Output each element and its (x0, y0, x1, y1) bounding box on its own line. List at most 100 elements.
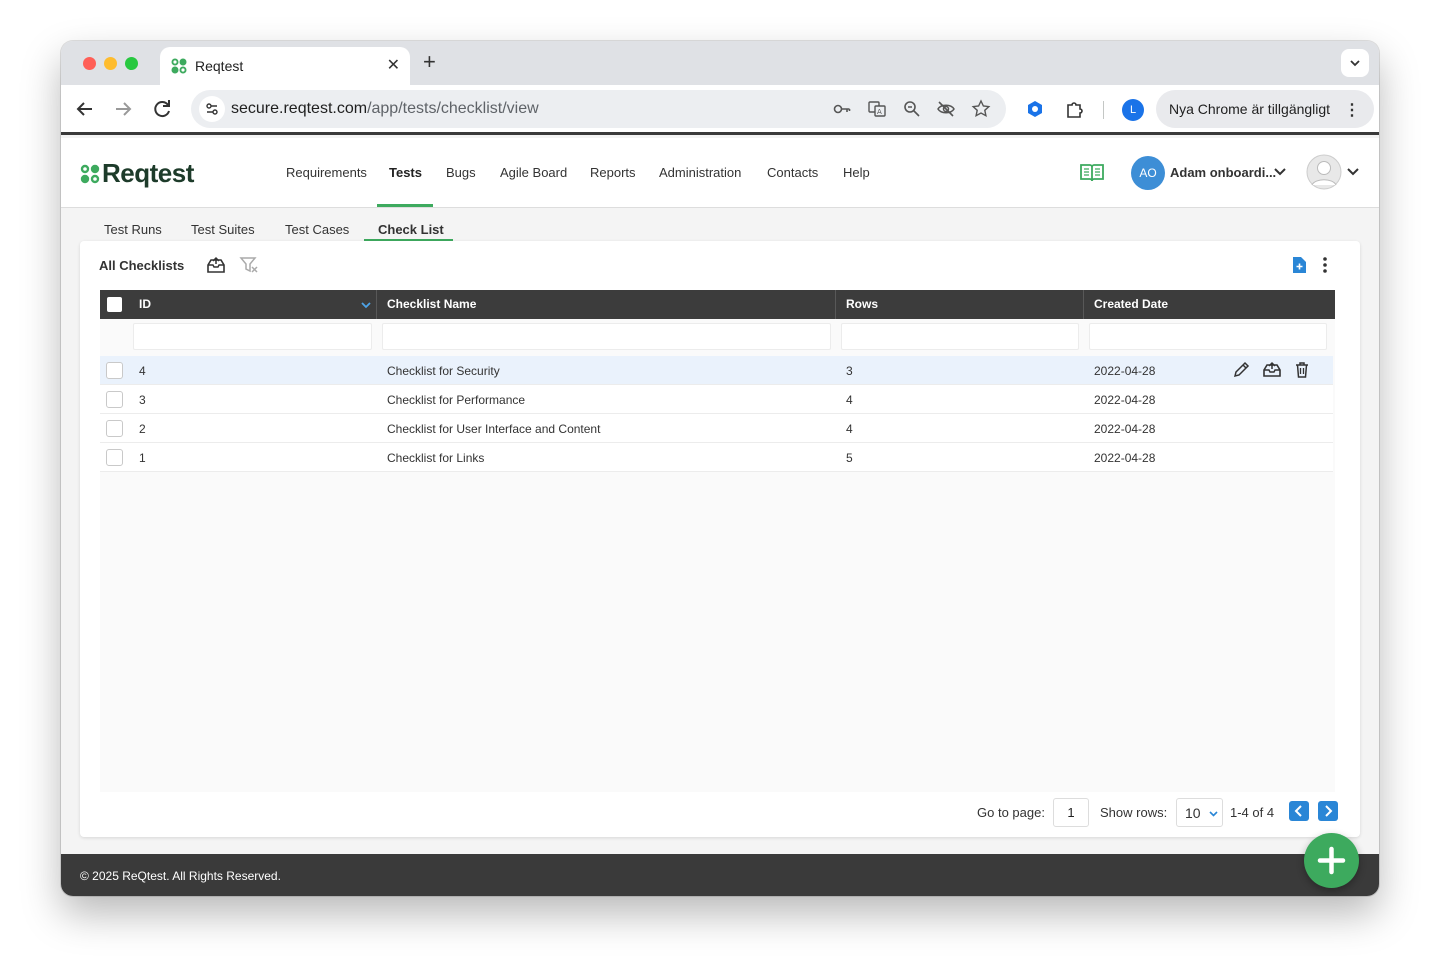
chevron-down-icon (1209, 811, 1218, 817)
user-avatar[interactable]: AO (1131, 156, 1165, 190)
table-row[interactable]: 4 Checklist for Security 3 2022-04-28 (100, 356, 1333, 385)
book-icon[interactable] (1079, 162, 1105, 184)
logo-text: Reqtest (102, 158, 194, 188)
nav-agile-board[interactable]: Agile Board (500, 165, 567, 180)
cell-id: 3 (139, 393, 146, 407)
zoom-icon[interactable] (902, 99, 922, 119)
select-all-checkbox[interactable] (107, 297, 122, 312)
go-to-page-label: Go to page: (977, 805, 1045, 820)
nav-bugs[interactable]: Bugs (446, 165, 476, 180)
chevron-down-icon[interactable] (1346, 165, 1360, 179)
cell-id: 4 (139, 364, 146, 378)
back-arrow-icon[interactable] (73, 97, 97, 121)
table-row[interactable]: 1 Checklist for Links 5 2022-04-28 (100, 443, 1333, 472)
browser-tab[interactable]: Reqtest ✕ (160, 47, 410, 85)
chrome-menu-icon[interactable]: ⋮ (1344, 100, 1360, 120)
nav-reports[interactable]: Reports (590, 165, 636, 180)
new-tab-button[interactable]: + (423, 49, 436, 75)
nav-tests[interactable]: Tests (389, 165, 422, 180)
sort-chevron-icon[interactable] (360, 299, 372, 311)
nav-requirements[interactable]: Requirements (286, 165, 367, 180)
column-divider (835, 290, 836, 319)
tab-test-cases[interactable]: Test Cases (285, 222, 349, 237)
forward-arrow-icon[interactable] (111, 97, 135, 121)
close-tab-icon[interactable]: ✕ (387, 55, 400, 75)
column-divider (376, 290, 377, 319)
trash-icon[interactable] (1293, 361, 1311, 379)
svg-text:A: A (877, 108, 882, 116)
prev-page-button[interactable] (1289, 801, 1309, 821)
plus-icon (1317, 846, 1346, 875)
export-icon[interactable] (206, 256, 226, 274)
star-icon[interactable] (971, 99, 991, 119)
reqtest-logo-icon (80, 164, 100, 184)
puzzle-icon[interactable] (1063, 98, 1085, 120)
edit-icon[interactable] (1232, 361, 1250, 379)
rows-per-page-select[interactable]: 10 (1176, 798, 1223, 827)
toolbar-separator (1103, 101, 1104, 119)
reqtest-favicon-icon (171, 58, 187, 74)
tab-search-button[interactable] (1341, 49, 1369, 77)
row-checkbox[interactable] (106, 391, 123, 408)
chevron-down-icon (1350, 60, 1360, 67)
row-checkbox[interactable] (106, 449, 123, 466)
chevron-right-icon (1325, 805, 1333, 817)
name-filter-input[interactable] (382, 323, 831, 350)
extension-icon[interactable] (1024, 98, 1046, 120)
cell-checklist-name[interactable]: Checklist for Performance (387, 393, 525, 407)
tab-test-runs[interactable]: Test Runs (104, 222, 162, 237)
reload-icon[interactable] (150, 97, 174, 121)
row-checkbox[interactable] (106, 362, 123, 379)
site-settings-icon[interactable] (199, 96, 225, 122)
cell-created-date: 2022-04-28 (1094, 393, 1156, 407)
column-header-id[interactable]: ID (139, 290, 151, 319)
column-header-checklist-name[interactable]: Checklist Name (387, 290, 476, 319)
tab-check-list[interactable]: Check List (378, 222, 444, 237)
update-text: Nya Chrome är tillgängligt (1169, 101, 1331, 117)
cell-checklist-name[interactable]: Checklist for User Interface and Content (387, 422, 600, 436)
id-filter-input[interactable] (133, 323, 372, 350)
filter-row (100, 319, 1335, 355)
next-page-button[interactable] (1318, 801, 1338, 821)
cell-checklist-name[interactable]: Checklist for Security (387, 364, 500, 378)
nav-administration[interactable]: Administration (659, 165, 741, 180)
copyright-text: © 2025 ReQtest. All Rights Reserved. (80, 869, 281, 883)
footer: © 2025 ReQtest. All Rights Reserved. (61, 854, 1379, 896)
address-bar[interactable]: secure.reqtest.com/app/tests/checklist/v… (191, 90, 1006, 128)
tab-test-suites[interactable]: Test Suites (191, 222, 255, 237)
user-name[interactable]: Adam onboardi... (1170, 165, 1276, 180)
rows-per-page-value: 10 (1185, 805, 1201, 821)
rows-filter-input[interactable] (841, 323, 1079, 350)
date-filter-input[interactable] (1089, 323, 1327, 350)
chevron-down-icon[interactable] (1273, 165, 1287, 179)
page-range: 1-4 of 4 (1230, 805, 1275, 820)
chrome-update-button[interactable]: Nya Chrome är tillgängligt ⋮ (1156, 90, 1374, 128)
archive-icon[interactable] (1263, 361, 1281, 379)
lock-key-icon[interactable] (832, 99, 852, 119)
close-window-button[interactable] (83, 57, 96, 70)
cell-checklist-name[interactable]: Checklist for Links (387, 451, 484, 465)
chevron-left-icon (1294, 805, 1302, 817)
eye-off-icon[interactable] (936, 99, 956, 119)
chrome-profile-avatar[interactable]: L (1122, 99, 1144, 121)
column-header-created-date[interactable]: Created Date (1094, 290, 1168, 319)
page-number-input[interactable]: 1 (1053, 798, 1089, 827)
app-header: Reqtest Requirements Tests Bugs Agile Bo… (61, 138, 1379, 208)
cell-id: 1 (139, 451, 146, 465)
kebab-icon[interactable] (1318, 255, 1332, 275)
maximize-window-button[interactable] (125, 57, 138, 70)
table-row[interactable]: 3 Checklist for Performance 4 2022-04-28 (100, 385, 1333, 414)
row-checkbox[interactable] (106, 420, 123, 437)
translate-icon[interactable]: A (867, 99, 887, 119)
table-row[interactable]: 2 Checklist for User Interface and Conte… (100, 414, 1333, 443)
minimize-window-button[interactable] (104, 57, 117, 70)
add-checklist-fab[interactable] (1304, 833, 1359, 888)
url-host: secure.reqtest.com (231, 100, 368, 117)
column-header-rows[interactable]: Rows (846, 290, 878, 319)
url-path: /app/tests/checklist/view (367, 100, 539, 117)
clear-filter-icon[interactable] (239, 256, 259, 274)
nav-help[interactable]: Help (843, 165, 870, 180)
nav-contacts[interactable]: Contacts (767, 165, 818, 180)
add-file-icon[interactable] (1291, 256, 1307, 274)
profile-picture-icon[interactable] (1306, 154, 1342, 190)
